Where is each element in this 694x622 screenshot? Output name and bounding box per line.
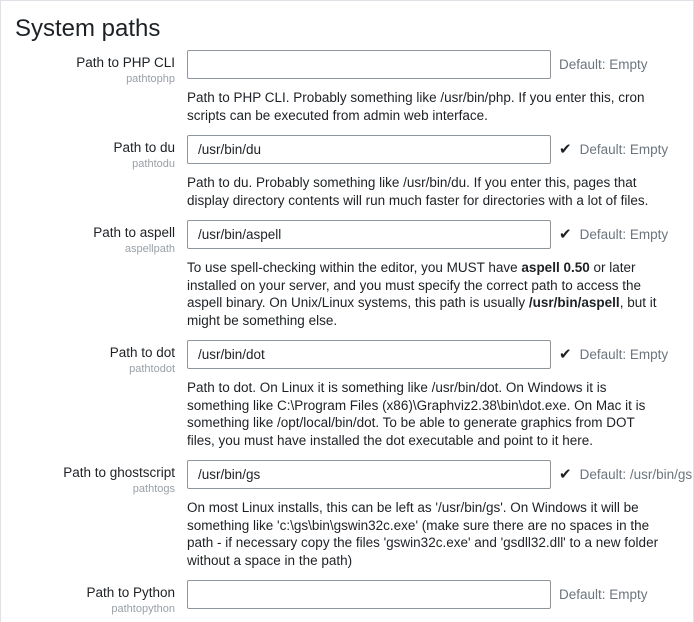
field-shortname: pathtophp [15, 72, 175, 86]
field-description: Path to du. Probably something like /usr… [187, 174, 661, 209]
checkmark-icon: ✔ [559, 142, 572, 157]
default-value-text: Default: Empty [580, 142, 669, 157]
description-bold-text: aspell 0.50 [521, 260, 589, 275]
label-column: Path to ghostscript pathtogs [15, 460, 187, 569]
default-value-text: Default: Empty [559, 57, 648, 72]
form-row-pathtodot: Path to dot pathtodot ✔ Default: Empty P… [15, 340, 693, 449]
label-column: Path to PHP CLI pathtophp [15, 50, 187, 124]
field-shortname: pathtodot [15, 362, 175, 376]
pathtodot-input[interactable] [187, 340, 551, 369]
input-line: ✔ Default: /usr/bin/gs [187, 460, 693, 489]
pathtopython-input[interactable] [187, 580, 551, 609]
content-column: Default: Empty Path to your executable P… [187, 580, 693, 622]
field-label: Path to dot [15, 345, 175, 361]
field-label: Path to aspell [15, 225, 175, 241]
checkmark-icon: ✔ [559, 347, 572, 362]
aspellpath-input[interactable] [187, 220, 551, 249]
field-shortname: pathtogs [15, 482, 175, 496]
field-description: To use spell-checking within the editor,… [187, 259, 661, 329]
content-column: ✔ Default: Empty To use spell-checking w… [187, 220, 693, 329]
field-shortname: aspellpath [15, 242, 175, 256]
label-column: Path to du pathtodu [15, 135, 187, 209]
field-label: Path to Python [15, 585, 175, 601]
field-description: Path to dot. On Linux it is something li… [187, 379, 661, 449]
field-description: On most Linux installs, this can be left… [187, 499, 661, 569]
form-row-pathtodu: Path to du pathtodu ✔ Default: Empty Pat… [15, 135, 693, 209]
label-column: Path to dot pathtodot [15, 340, 187, 449]
content-column: ✔ Default: Empty Path to du. Probably so… [187, 135, 693, 209]
content-column: ✔ Default: Empty Path to dot. On Linux i… [187, 340, 693, 449]
default-value-text: Default: /usr/bin/gs [580, 467, 693, 482]
default-value-text: Default: Empty [580, 347, 669, 362]
label-column: Path to aspell aspellpath [15, 220, 187, 329]
form-row-aspellpath: Path to aspell aspellpath ✔ Default: Emp… [15, 220, 693, 329]
field-label: Path to ghostscript [15, 465, 175, 481]
page-title: System paths [15, 14, 693, 44]
description-bold-text: /usr/bin/aspell [529, 295, 620, 310]
input-line: ✔ Default: Empty [187, 220, 693, 249]
label-column: Path to Python pathtopython [15, 580, 187, 622]
input-line: Default: Empty [187, 50, 693, 79]
pathtogs-input[interactable] [187, 460, 551, 489]
form-row-pathtophp: Path to PHP CLI pathtophp Default: Empty… [15, 50, 693, 124]
checkmark-icon: ✔ [559, 467, 572, 482]
input-line: ✔ Default: Empty [187, 340, 693, 369]
field-label: Path to du [15, 140, 175, 156]
description-text: To use spell-checking within the editor,… [187, 260, 521, 275]
pathtophp-input[interactable] [187, 50, 551, 79]
checkmark-icon: ✔ [559, 227, 572, 242]
form-row-pathtopython: Path to Python pathtopython Default: Emp… [15, 580, 693, 622]
default-value-text: Default: Empty [559, 587, 648, 602]
field-shortname: pathtodu [15, 157, 175, 171]
field-shortname: pathtopython [15, 602, 175, 616]
pathtodu-input[interactable] [187, 135, 551, 164]
form-row-pathtogs: Path to ghostscript pathtogs ✔ Default: … [15, 460, 693, 569]
field-label: Path to PHP CLI [15, 55, 175, 71]
input-line: Default: Empty [187, 580, 693, 609]
content-column: Default: Empty Path to PHP CLI. Probably… [187, 50, 693, 124]
system-paths-settings-page: System paths Path to PHP CLI pathtophp D… [0, 0, 694, 622]
input-line: ✔ Default: Empty [187, 135, 693, 164]
default-value-text: Default: Empty [580, 227, 669, 242]
field-description: Path to PHP CLI. Probably something like… [187, 89, 661, 124]
content-column: ✔ Default: /usr/bin/gs On most Linux ins… [187, 460, 693, 569]
